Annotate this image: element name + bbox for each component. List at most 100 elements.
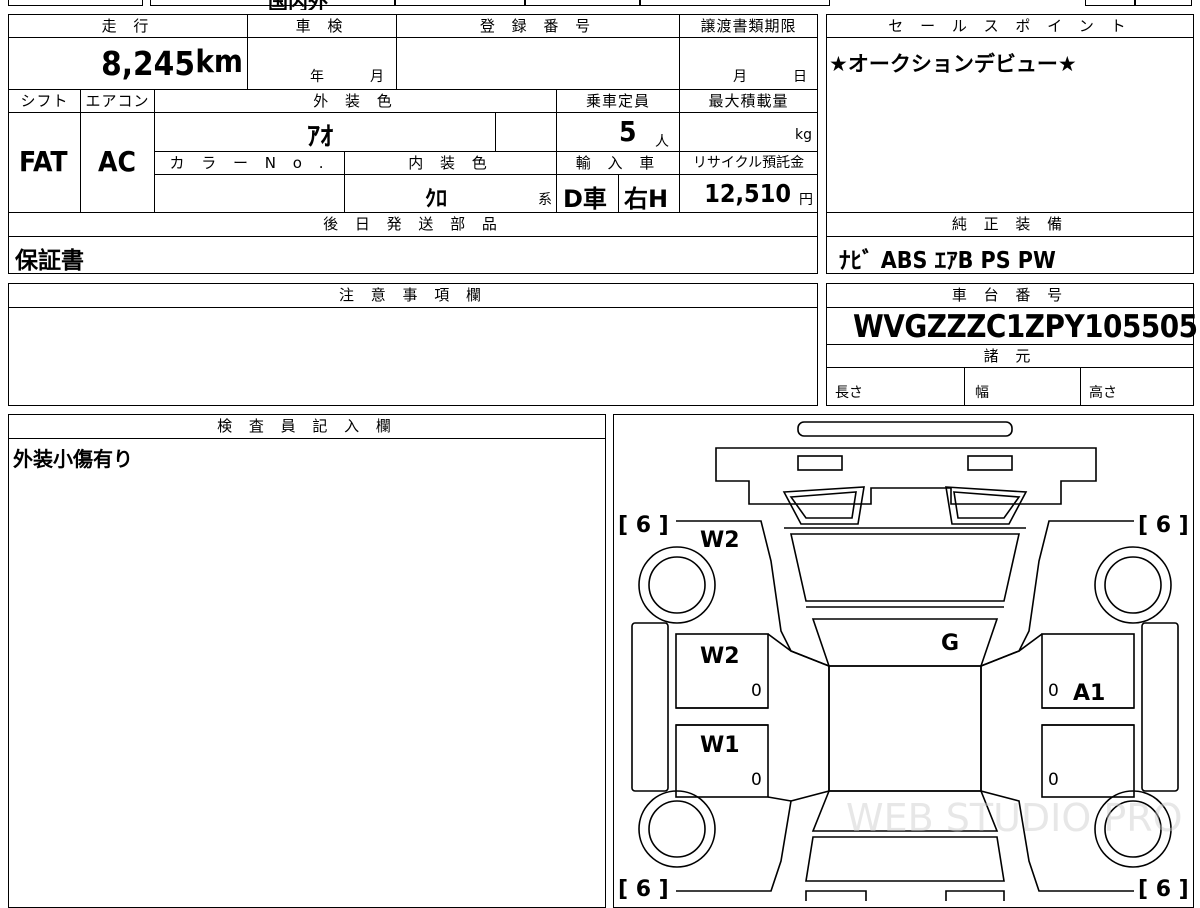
spec-length-cell: 長さ — [826, 367, 965, 406]
recycle-label: リサイクル預託金 — [679, 151, 818, 175]
spec-height-cell: 高さ — [1080, 367, 1194, 406]
wheel-front-right-inner — [1104, 556, 1162, 614]
chassis-label: 車 台 番 号 — [826, 283, 1194, 308]
car-diagram-panel: [ 6 ] [ 6 ] [ 6 ] [ 6 ] W2 W2 W1 G A1 0 … — [613, 414, 1194, 908]
exterior-color-label: 外 装 色 — [154, 89, 557, 113]
import-label: 輸 入 車 — [556, 151, 680, 175]
sales-point-cell: ★オークションデビュー★ — [826, 37, 1194, 213]
mark-rear-door-left: W1 — [700, 733, 740, 758]
genuine-equipment-value: ﾅﾋﾞ ABS ｴｱB PS PW — [839, 248, 1056, 274]
shift-label: シフト — [8, 89, 81, 113]
mark-windshield: G — [941, 631, 959, 656]
mark-front-door-left: W2 — [700, 644, 740, 669]
import-dealer-cell: D車 — [556, 174, 619, 213]
transfer-month-unit: 月 — [733, 69, 747, 85]
import-handle-cell: 右H — [618, 174, 680, 213]
wheel-front-right — [1094, 546, 1172, 624]
shift-value: FAT — [19, 145, 68, 178]
mileage-cell: 8,245 km — [8, 37, 248, 90]
capacity-label: 乗車定員 — [556, 89, 680, 113]
front-bumper — [715, 447, 1097, 505]
specs-label: 諸 元 — [826, 344, 1194, 368]
mileage-label: 走 行 — [8, 14, 248, 38]
shaken-cell: 年 月 — [247, 37, 397, 90]
right-door-divider — [1042, 707, 1134, 726]
shaken-year-unit: 年 — [310, 69, 324, 85]
car-diagram: [ 6 ] [ 6 ] [ 6 ] [ 6 ] W2 W2 W1 G A1 0 … — [618, 421, 1189, 902]
registration-cell — [396, 37, 680, 90]
mileage-value: 8,245 — [101, 44, 195, 83]
spec-width-cell: 幅 — [964, 367, 1081, 406]
wheel-front-left — [638, 546, 716, 624]
inspector-value: 外装小傷有り — [13, 447, 133, 471]
sales-point-text: ★オークションデビュー★ — [829, 52, 1077, 76]
max-load-cell: kg — [679, 112, 818, 152]
recycle-cell: 12,510 円 — [679, 174, 818, 213]
windshield — [811, 618, 999, 667]
transfer-day-unit: 日 — [793, 69, 807, 85]
chassis-cell: WVGZZZC1ZPY105505 — [826, 307, 1198, 345]
mark-front-fender-left: W2 — [700, 528, 740, 553]
front-grille-left — [797, 455, 843, 471]
capacity-unit: 人 — [655, 134, 669, 150]
left-door-divider — [676, 707, 768, 726]
genuine-equipment-label: 純 正 装 備 — [826, 212, 1194, 237]
zero-right-front: 0 — [1048, 681, 1059, 701]
aircon-value: AC — [98, 145, 136, 178]
inspector-label: 検 査 員 記 入 欄 — [8, 414, 606, 439]
inspector-cell: 外装小傷有り — [8, 438, 606, 908]
interior-color-value: ｸﾛ — [425, 187, 448, 212]
hood — [790, 533, 1020, 602]
front-grille-right — [967, 455, 1013, 471]
watermark: WEB STUDIO PRO — [846, 796, 1183, 840]
zero-right-rear: 0 — [1048, 770, 1059, 790]
mark-front-door-right: A1 — [1073, 681, 1105, 706]
tread-front-right: [ 6 ] — [1138, 513, 1189, 538]
notes-cell — [8, 307, 818, 406]
genuine-equipment-cell: ﾅﾋﾞ ABS ｴｱB PS PW — [826, 236, 1194, 274]
interior-color-label: 内 装 色 — [344, 151, 557, 175]
exterior-color-value: ｱｵ — [307, 122, 334, 152]
tread-rear-left: [ 6 ] — [618, 877, 669, 902]
interior-color-cell: ｸﾛ 系 — [344, 174, 557, 213]
spec-width-label: 幅 — [975, 385, 989, 401]
chassis-value: WVGZZZC1ZPY105505 — [853, 309, 1198, 345]
max-load-unit: kg — [795, 127, 812, 143]
body-outline — [676, 520, 830, 892]
shaken-month-unit: 月 — [370, 69, 384, 85]
mileage-unit: km — [195, 44, 243, 80]
headlight-left-inner — [789, 491, 857, 519]
color-no-cell — [154, 174, 345, 213]
zero-left-front: 0 — [751, 681, 762, 701]
transfer-deadline-label: 譲渡書類期限 — [679, 14, 818, 38]
wheel-rear-left — [638, 790, 716, 868]
color-no-label: カ ラ ー N o . — [154, 151, 345, 175]
roof — [828, 665, 982, 792]
interior-color-suffix: 系 — [538, 192, 552, 208]
headlight-right-inner — [953, 491, 1021, 519]
later-parts-value: 保証書 — [15, 248, 84, 274]
transfer-deadline-cell: 月 日 — [679, 37, 818, 90]
top-strip: 国内外 — [0, 0, 1200, 10]
shaken-label: 車 検 — [247, 14, 397, 38]
later-parts-label: 後 日 発 送 部 品 — [8, 212, 818, 237]
max-load-label: 最大積載量 — [679, 89, 818, 113]
later-parts-cell: 保証書 — [8, 236, 818, 274]
top-strip-text: 国内外 — [268, 0, 328, 10]
shift-cell: FAT — [8, 112, 81, 213]
import-handle-value: 右H — [624, 185, 669, 213]
left-sill — [631, 622, 669, 792]
zero-left-rear: 0 — [751, 770, 762, 790]
exterior-color-cell: ｱｵ — [154, 112, 496, 152]
registration-label: 登 録 番 号 — [396, 14, 680, 38]
tread-front-left: [ 6 ] — [618, 513, 669, 538]
aircon-cell: AC — [80, 112, 155, 213]
sales-point-label: セ ー ル ス ポ イ ン ト — [826, 14, 1194, 38]
aircon-label: エアコン — [80, 89, 155, 113]
capacity-cell: 5 人 — [556, 112, 680, 152]
import-dealer-value: D車 — [563, 185, 607, 213]
exterior-color-extra — [495, 112, 557, 152]
spec-height-label: 高さ — [1089, 385, 1117, 401]
wheel-front-left-inner — [648, 556, 706, 614]
wheel-rear-left-inner — [648, 800, 706, 858]
